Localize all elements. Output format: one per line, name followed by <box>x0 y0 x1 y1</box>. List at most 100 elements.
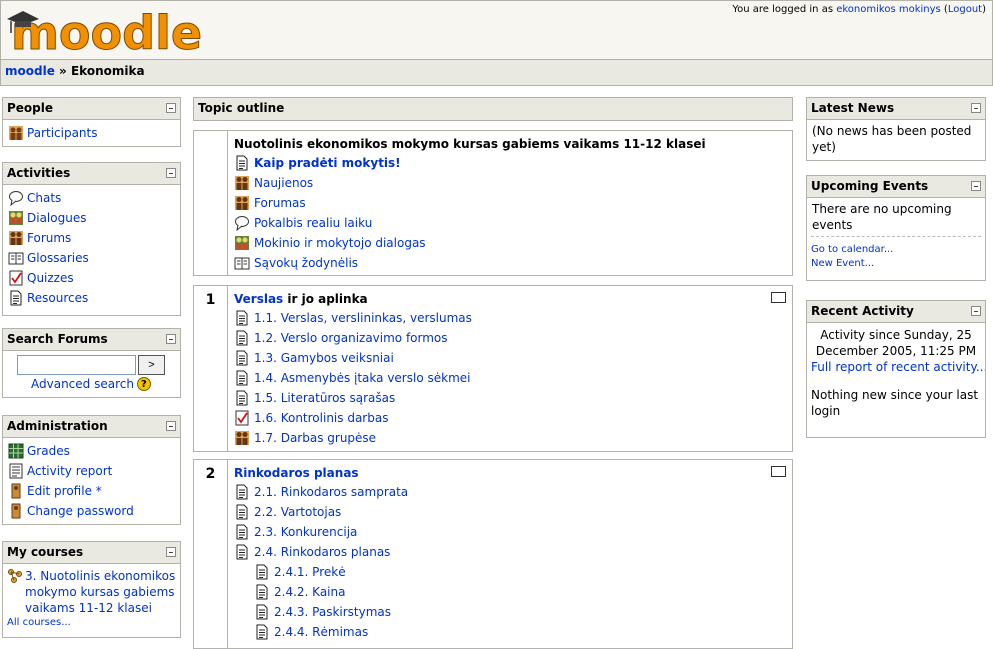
sidebar-item-label[interactable]: Glossaries <box>27 251 89 265</box>
activity-item[interactable]: 1.7. Darbas grupėse <box>234 428 786 448</box>
activity-link[interactable]: 2.4. Rinkodaros planas <box>254 545 390 559</box>
advanced-search-link[interactable]: Advanced search <box>31 377 134 391</box>
sidebar-item-label[interactable]: Change password <box>27 504 134 518</box>
activity-item[interactable]: 2.1. Rinkodaros samprata <box>234 482 786 502</box>
activity-link[interactable]: Forumas <box>254 196 306 210</box>
activity-link[interactable]: Pokalbis realiu laiku <box>254 216 372 230</box>
activity-link[interactable]: 2.1. Rinkodaros samprata <box>254 485 408 499</box>
collapse-icon[interactable] <box>166 103 176 113</box>
collapse-icon[interactable] <box>971 181 981 191</box>
activity-link[interactable]: 1.1. Verslas, verslininkas, verslumas <box>254 311 472 325</box>
sidebar-item-change-password[interactable]: Change password <box>8 501 175 521</box>
sidebar-item-label[interactable]: Grades <box>27 444 70 458</box>
sidebar-item-quizzes[interactable]: Quizzes <box>8 268 175 288</box>
sidebar-item-chats[interactable]: Chats <box>8 188 175 208</box>
sidebar-item-resources[interactable]: Resources <box>8 288 175 308</box>
section-title-rest: ir jo aplinka <box>283 292 368 306</box>
full-report-link[interactable]: Full report of recent activity... <box>807 359 985 375</box>
collapse-icon[interactable] <box>166 421 176 431</box>
sidebar-item-forums[interactable]: Forums <box>8 228 175 248</box>
glossary-icon <box>234 255 250 271</box>
sidebar-item-glossaries[interactable]: Glossaries <box>8 248 175 268</box>
activity-link[interactable]: 1.4. Asmenybės įtaka verslo sėkmei <box>254 371 470 385</box>
course-entry[interactable]: 3. Nuotolinis ekonomikos mokymo kursas g… <box>3 564 180 616</box>
activity-item[interactable]: 2.4. Rinkodaros planas <box>234 542 786 562</box>
activity-item[interactable]: 2.4.4. Rėmimas <box>234 622 786 642</box>
activity-link[interactable]: 1.5. Literatūros sąrašas <box>254 391 395 405</box>
activity-item[interactable]: 1.2. Verslo organizavimo formos <box>234 328 786 348</box>
show-only-topic-icon[interactable] <box>771 292 786 303</box>
sidebar-item-edit-profile[interactable]: Edit profile * <box>8 481 175 501</box>
new-event-link[interactable]: New Event... <box>807 257 985 271</box>
search-go-button[interactable]: > <box>138 355 165 375</box>
quiz-icon <box>8 270 24 286</box>
sidebar-item-label[interactable]: Quizzes <box>27 271 74 285</box>
sidebar-item-label[interactable]: Activity report <box>27 464 112 478</box>
logout-link[interactable]: Logout <box>948 4 982 15</box>
help-icon[interactable]: ? <box>136 377 151 391</box>
sidebar-item-dialogues[interactable]: Dialogues <box>8 208 175 228</box>
activity-item[interactable]: Kaip pradėti mokytis! <box>234 153 786 173</box>
sidebar-item-label[interactable]: Resources <box>27 291 88 305</box>
search-row: > <box>3 351 180 375</box>
moodle-logo[interactable]: moodle <box>5 3 205 57</box>
user-name-link[interactable]: ekonomikos mokinys <box>836 4 941 15</box>
activity-item[interactable]: 2.4.2. Kaina <box>234 582 786 602</box>
sidebar-item-label[interactable]: Chats <box>27 191 61 205</box>
activity-link[interactable]: Naujienos <box>254 176 313 190</box>
sidebar-item-label[interactable]: Dialogues <box>27 211 86 225</box>
activity-item[interactable]: 2.3. Konkurencija <box>234 522 786 542</box>
activity-link[interactable]: 1.7. Darbas grupėse <box>254 431 376 445</box>
activity-link[interactable]: 1.6. Kontrolinis darbas <box>254 411 388 425</box>
activity-link[interactable]: 2.4.1. Prekė <box>274 565 346 579</box>
activity-link[interactable]: 1.2. Verslo organizavimo formos <box>254 331 448 345</box>
activity-link[interactable]: Sąvokų žodynėlis <box>254 256 358 270</box>
activity-item[interactable]: Naujienos <box>234 173 786 193</box>
activity-link[interactable]: 2.4.3. Paskirstymas <box>274 605 391 619</box>
activity-link[interactable]: 1.3. Gamybos veiksniai <box>254 351 394 365</box>
activity-item[interactable]: Pokalbis realiu laiku <box>234 213 786 233</box>
sidebar-item-activity-report[interactable]: Activity report <box>8 461 175 481</box>
activity-link[interactable]: Mokinio ir mokytojo dialogas <box>254 236 426 250</box>
collapse-icon[interactable] <box>166 334 176 344</box>
activity-item[interactable]: 2.4.1. Prekė <box>234 562 786 582</box>
people-block: People Participants <box>2 97 181 147</box>
activity-item[interactable]: 1.4. Asmenybės įtaka verslo sėkmei <box>234 368 786 388</box>
activity-item[interactable]: 1.3. Gamybos veiksniai <box>234 348 786 368</box>
latest-news-block: Latest News (No news has been posted yet… <box>806 97 986 161</box>
collapse-icon[interactable] <box>166 168 176 178</box>
show-only-topic-icon[interactable] <box>771 466 786 477</box>
activity-link[interactable]: 2.2. Vartotojas <box>254 505 341 519</box>
activity-item[interactable]: 1.1. Verslas, verslininkas, verslumas <box>234 308 786 328</box>
resource-icon <box>234 524 250 540</box>
activity-item[interactable]: Forumas <box>234 193 786 213</box>
activity-item[interactable]: 1.6. Kontrolinis darbas <box>234 408 786 428</box>
go-to-calendar-link[interactable]: Go to calendar... <box>807 243 985 257</box>
activity-item[interactable]: 1.5. Literatūros sąrašas <box>234 388 786 408</box>
all-courses-link[interactable]: All courses... <box>3 616 180 629</box>
activity-item[interactable]: 2.4.3. Paskirstymas <box>234 602 786 622</box>
activity-item[interactable]: Sąvokų žodynėlis <box>234 253 786 273</box>
activity-link[interactable]: 2.4.4. Rėmimas <box>274 625 368 639</box>
collapse-icon[interactable] <box>971 306 981 316</box>
activity-link[interactable]: Kaip pradėti mokytis! <box>254 156 401 170</box>
sidebar-item-label[interactable]: Participants <box>27 126 98 140</box>
activity-item[interactable]: 2.2. Vartotojas <box>234 502 786 522</box>
dialogue-icon <box>8 210 24 226</box>
section-title-link[interactable]: Rinkodaros planas <box>234 466 359 480</box>
search-input[interactable] <box>17 355 136 375</box>
sidebar-item-label[interactable]: Forums <box>27 231 71 245</box>
activity-link[interactable]: 2.3. Konkurencija <box>254 525 357 539</box>
collapse-icon[interactable] <box>166 547 176 557</box>
breadcrumb-home[interactable]: moodle <box>5 64 55 78</box>
sidebar-item-grades[interactable]: Grades <box>8 441 175 461</box>
course-link[interactable]: 3. Nuotolinis ekonomikos mokymo kursas g… <box>25 568 175 616</box>
collapse-icon[interactable] <box>971 103 981 113</box>
section-title-link[interactable]: Verslas <box>234 292 283 306</box>
my-courses-block-header: My courses <box>3 542 180 564</box>
sidebar-item-label[interactable]: Edit profile * <box>27 484 102 498</box>
sidebar-item-participants[interactable]: Participants <box>8 123 175 143</box>
activity-item[interactable]: Mokinio ir mokytojo dialogas <box>234 233 786 253</box>
resource-icon <box>254 564 270 580</box>
activity-link[interactable]: 2.4.2. Kaina <box>274 585 345 599</box>
